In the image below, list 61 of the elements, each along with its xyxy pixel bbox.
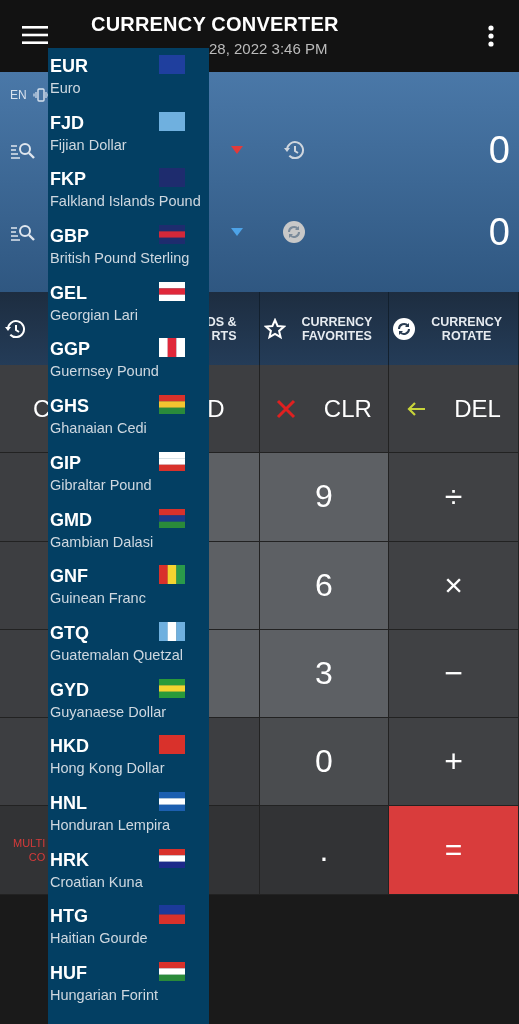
language-label[interactable]: EN xyxy=(10,88,27,102)
keypad-key[interactable]: × xyxy=(389,541,519,630)
search-list-icon[interactable] xyxy=(10,222,36,242)
dropdown-item[interactable]: GNF Guinean Franc xyxy=(48,558,209,615)
flag-icon xyxy=(159,395,185,415)
dropdown-item[interactable]: HRK Croatian Kuna xyxy=(48,841,209,899)
keypad-key[interactable]: 6 xyxy=(259,541,390,630)
keypad-key[interactable]: 3 xyxy=(259,629,390,719)
keypad-key[interactable]: . xyxy=(259,806,390,895)
flag-icon xyxy=(159,281,185,301)
dropdown-item[interactable]: GMD Gambian Dalasi xyxy=(48,501,209,559)
dropdown-item[interactable]: HUF Hungarian Forint xyxy=(48,955,209,1012)
vibrate-icon[interactable] xyxy=(32,88,49,102)
flag-icon xyxy=(159,678,185,698)
dropdown-item[interactable]: FJD Fijian Dollar xyxy=(48,104,209,162)
flag-icon xyxy=(159,508,185,528)
search-list-icon[interactable] xyxy=(10,140,36,160)
keypad-key[interactable]: CLR xyxy=(259,365,390,454)
keypad-key[interactable]: − xyxy=(389,629,519,719)
refresh-icon xyxy=(393,317,416,340)
flag-icon xyxy=(159,791,185,811)
dropdown-item[interactable]: FKP Falkland Islands Pound xyxy=(48,161,209,219)
refresh-icon[interactable] xyxy=(283,221,305,243)
flag-icon xyxy=(159,621,185,641)
updated-time: 28, 2022 3:46 PM xyxy=(209,40,329,57)
flag-icon xyxy=(159,735,185,755)
amount-value: 0 xyxy=(488,128,510,172)
flag-icon xyxy=(159,848,185,868)
flag-icon xyxy=(159,905,185,925)
keypad-key[interactable]: ÷ xyxy=(389,453,519,542)
history-icon[interactable] xyxy=(4,317,26,340)
flag-icon xyxy=(159,55,185,74)
dropdown-item[interactable]: GHS Ghanaian Cedi xyxy=(48,388,209,445)
dropdown-item[interactable]: HNL Honduran Lempira xyxy=(48,784,209,842)
app-title: CURRENCY CONVERTER xyxy=(91,13,340,36)
flag-icon xyxy=(159,111,185,131)
amount-value: 0 xyxy=(488,210,510,254)
dropdown-item[interactable]: GEL Georgian Lari xyxy=(48,274,209,332)
dropdown-item[interactable]: HTG Haitian Gourde xyxy=(48,898,209,955)
keypad-key[interactable]: 0 xyxy=(259,718,390,807)
dropdown-item[interactable]: EUR Euro xyxy=(48,48,209,105)
close-icon xyxy=(275,398,296,419)
flag-icon xyxy=(159,168,185,188)
dropdown-item[interactable]: GYD Guyanaese Dollar xyxy=(48,671,209,729)
flag-icon xyxy=(159,962,185,981)
dropdown-item[interactable]: GIP Gibraltar Pound xyxy=(48,444,209,502)
flag-icon xyxy=(159,225,185,245)
dropdown-item[interactable]: GTQ Guatemalan Quetzal xyxy=(48,614,209,672)
keypad-key[interactable]: DEL xyxy=(389,365,519,454)
dropdown-item[interactable]: HKD Hong Kong Dollar xyxy=(48,728,209,785)
flag-icon xyxy=(159,338,185,358)
keypad-key[interactable]: + xyxy=(389,718,519,807)
menu-icon[interactable] xyxy=(22,25,48,45)
keypad-key[interactable]: 9 xyxy=(259,453,390,542)
star-icon xyxy=(263,317,286,340)
dropdown-item[interactable]: GBP British Pound Sterling xyxy=(48,218,209,275)
flag-icon xyxy=(159,565,185,585)
flag-icon xyxy=(159,451,185,471)
more-options-icon[interactable] xyxy=(487,25,495,47)
dropdown-item[interactable]: GGP Guernsey Pound xyxy=(48,331,209,389)
keypad-key[interactable]: = xyxy=(389,806,519,895)
